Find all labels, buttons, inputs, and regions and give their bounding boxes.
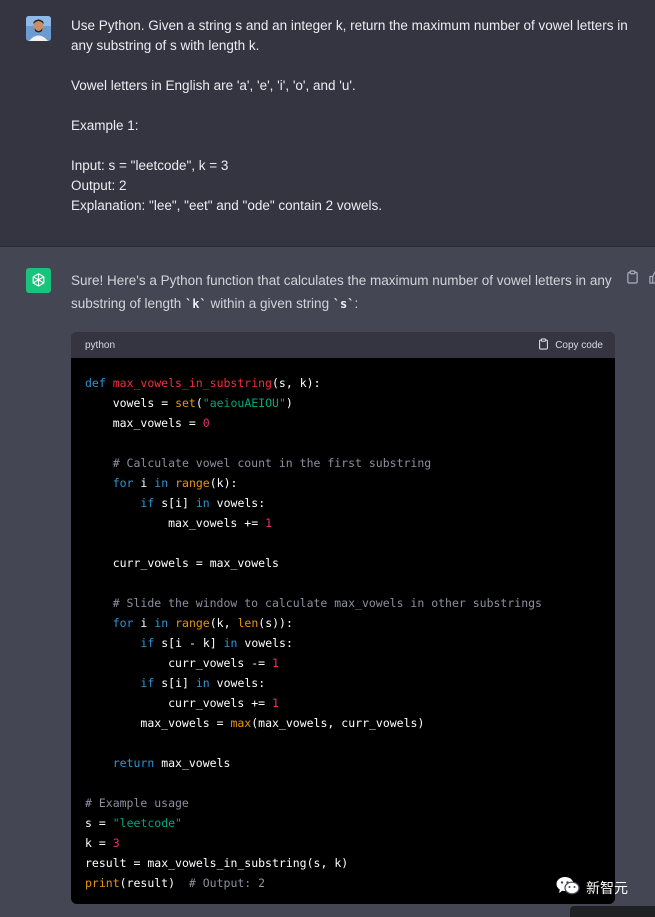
watermark: 新智元: [556, 876, 628, 899]
openai-logo-icon: [26, 268, 51, 293]
code-line: result = max_vowels_in_substring(s, k): [85, 856, 349, 870]
code-line: print(result) # Output: 2: [85, 876, 266, 890]
code-line: for i in range(k):: [112, 476, 238, 490]
inline-code-s: `s`: [332, 297, 355, 311]
wechat-icon: [556, 876, 580, 899]
code-line: max_vowels = max(max_vowels, curr_vowels…: [140, 716, 425, 730]
code-line: curr_vowels = max_vowels: [112, 556, 279, 570]
code-line: max_vowels = 0: [112, 416, 210, 430]
code-line: if s[i - k] in vowels:: [140, 636, 293, 650]
user-avatar: [26, 16, 51, 41]
user-message-text: Use Python. Given a string s and an inte…: [71, 16, 631, 216]
clipboard-icon[interactable]: [626, 270, 639, 289]
code-block: python Copy code def max_vowels_in_subst…: [71, 332, 615, 904]
bottom-bar: [570, 906, 655, 917]
intro-text: :: [354, 296, 359, 311]
thumbs-up-icon[interactable]: [649, 270, 655, 289]
code-content: def max_vowels_in_substring(s, k): vowel…: [71, 358, 615, 893]
user-line: Vowel letters in English are 'a', 'e', '…: [71, 78, 356, 93]
code-line: def max_vowels_in_substring(s, k):: [85, 376, 321, 390]
code-line: if s[i] in vowels:: [140, 496, 266, 510]
code-line: curr_vowels -= 1: [168, 656, 279, 670]
user-message: Use Python. Given a string s and an inte…: [0, 0, 655, 247]
message-actions: [626, 270, 655, 289]
inline-code-k: `k`: [185, 297, 207, 311]
user-line: any substring of s with length k.: [71, 38, 260, 53]
copy-code-button[interactable]: Copy code: [538, 337, 603, 353]
code-line: k = 3: [85, 836, 120, 850]
intro-text: within a given string: [206, 296, 333, 311]
code-line: max_vowels += 1: [168, 516, 273, 530]
copy-code-label: Copy code: [555, 339, 603, 351]
assistant-message: Sure! Here's a Python function that calc…: [0, 248, 655, 917]
user-line: Explanation: "lee", "eet" and "ode" cont…: [71, 198, 382, 213]
code-line: for i in range(k, len(s)):: [112, 616, 293, 630]
user-line: Use Python. Given a string s and an inte…: [71, 18, 628, 33]
watermark-text: 新智元: [586, 879, 628, 896]
user-line: Input: s = "leetcode", k = 3: [71, 158, 229, 173]
code-line: # Example usage: [85, 796, 189, 810]
code-line: # Slide the window to calculate max_vowe…: [112, 596, 542, 610]
code-line: # Calculate vowel count in the first sub…: [112, 456, 432, 470]
clipboard-icon: [538, 337, 549, 353]
code-line: vowels = set("aeiouAEIOU"): [112, 396, 293, 410]
user-line: Output: 2: [71, 178, 127, 193]
assistant-intro: Sure! Here's a Python function that calc…: [71, 269, 616, 316]
user-line: Example 1:: [71, 118, 139, 133]
code-block-header: python Copy code: [71, 332, 615, 358]
code-line: if s[i] in vowels:: [140, 676, 266, 690]
code-line: s = "leetcode": [85, 816, 182, 830]
code-line: return max_vowels: [112, 756, 231, 770]
code-language-label: python: [85, 339, 116, 351]
code-line: curr_vowels += 1: [168, 696, 279, 710]
